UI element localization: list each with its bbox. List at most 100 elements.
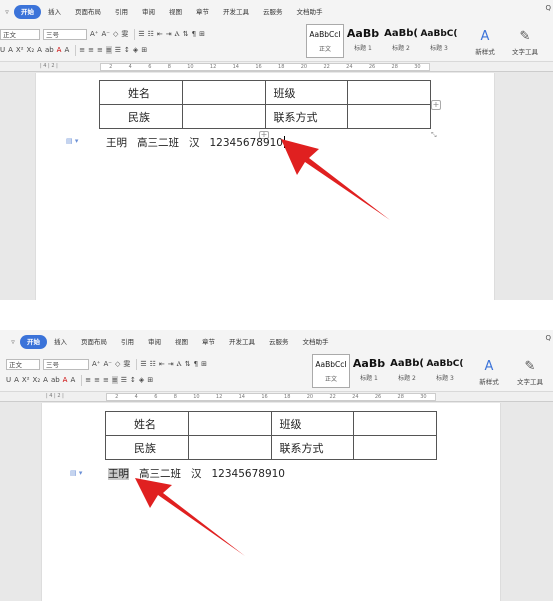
horizontal-ruler[interactable]: | 4 | 2 | 2 4 6 8 10 12 14 16 18 20 22 24 26 28 30 (0, 392, 553, 402)
text-tool-button[interactable]: ✎ 文字工具 (513, 358, 547, 386)
phonetic-icon[interactable]: 雯 (123, 359, 130, 369)
border-icon[interactable]: ⊞ (141, 46, 147, 54)
document-page[interactable]: 姓名 班级 民族 联系方式 + + ⤡ ▤ ▾ 王明 高三二班汉 123456789… (35, 73, 495, 300)
align-left-icon[interactable]: ≡ (79, 46, 85, 54)
table-cell[interactable] (353, 435, 437, 460)
student-info-line[interactable]: 王明 高三二班汉 12345678910 (108, 466, 285, 481)
style-normal[interactable]: AaBbCcI 正文 (306, 24, 344, 58)
table-cell[interactable] (347, 80, 431, 105)
subscript-icon[interactable]: X₂ (33, 376, 41, 384)
search-icon[interactable]: Q (545, 334, 551, 342)
info-table[interactable]: 姓名 班级 民族 联系方式 (105, 411, 437, 460)
tab-review[interactable]: 审阅 (135, 5, 162, 19)
bullet-list-icon[interactable]: ☰ (138, 30, 144, 38)
add-column-icon[interactable]: + (431, 100, 441, 110)
highlight-icon[interactable]: ab (45, 46, 54, 54)
tab-page-layout[interactable]: 页面布局 (74, 335, 114, 349)
grow-font-icon[interactable]: A⁺ (90, 30, 98, 38)
align-center-icon[interactable]: ≡ (88, 46, 94, 54)
outdent-icon[interactable]: ⇤ (157, 30, 163, 38)
font-color-a-icon[interactable]: A (14, 376, 19, 384)
subscript-icon[interactable]: X₂ (27, 46, 35, 54)
style-heading-2[interactable]: AaBb(标题 2 (388, 354, 426, 388)
highlight-icon[interactable]: ab (51, 376, 60, 384)
tab-view[interactable]: 视图 (162, 5, 189, 19)
new-style-button[interactable]: A 新样式 (468, 28, 502, 56)
table-cell[interactable]: 民族 (105, 435, 189, 460)
tab-cloud[interactable]: 云服务 (256, 5, 290, 19)
table-cell[interactable]: 姓名 (99, 80, 183, 105)
distribute-icon[interactable]: ☰ (121, 376, 127, 384)
align-center-icon[interactable]: ≡ (94, 376, 100, 384)
distribute-icon[interactable]: ☰ (115, 46, 121, 54)
bullet-list-icon[interactable]: ☰ (140, 360, 146, 368)
table-cell[interactable]: 姓名 (105, 411, 189, 436)
font-size-select[interactable]: 三号 (43, 28, 87, 40)
font-color-a-icon[interactable]: A (8, 46, 13, 54)
font-size-select[interactable]: 三号 (43, 358, 89, 370)
quick-access-chevron-icon[interactable]: ▿ (6, 338, 20, 346)
text-effect-icon[interactable]: A (37, 46, 42, 54)
table-icon[interactable]: ⊞ (199, 30, 205, 38)
sort-icon[interactable]: ⇅ (185, 360, 191, 368)
tab-references[interactable]: 引用 (108, 5, 135, 19)
align-left-icon[interactable]: ≡ (85, 376, 91, 384)
tab-insert[interactable]: 插入 (47, 335, 74, 349)
char-border-icon[interactable]: A (64, 46, 69, 54)
table-cell[interactable] (187, 411, 272, 436)
justify-icon[interactable]: ≡ (105, 46, 112, 54)
border-icon[interactable]: ⊞ (147, 376, 153, 384)
tab-chapter[interactable]: 章节 (195, 335, 222, 349)
clear-format-icon[interactable]: ◇ (113, 30, 118, 38)
outdent-icon[interactable]: ⇤ (159, 360, 165, 368)
tab-references[interactable]: 引用 (114, 335, 141, 349)
table-cell[interactable]: 联系方式 (270, 435, 355, 460)
justify-icon[interactable]: ≡ (111, 376, 118, 384)
tab-developer[interactable]: 开发工具 (216, 5, 256, 19)
table-cell[interactable]: 民族 (99, 104, 183, 129)
underline-icon[interactable]: U (6, 376, 11, 384)
tab-home[interactable]: 开始 (14, 5, 41, 19)
font-color-icon[interactable]: A (57, 46, 62, 54)
tab-doc-assistant[interactable]: 文档助手 (296, 335, 336, 349)
superscript-icon[interactable]: X² (16, 46, 24, 54)
table-cell[interactable] (347, 104, 431, 129)
font-name-select[interactable]: 正文 (6, 358, 40, 370)
align-right-icon[interactable]: ≡ (103, 376, 109, 384)
table-cell[interactable]: 班级 (270, 411, 355, 436)
shading-icon[interactable]: ◈ (139, 376, 144, 384)
tab-developer[interactable]: 开发工具 (222, 335, 262, 349)
tab-insert[interactable]: 插入 (41, 5, 68, 19)
table-cell[interactable] (187, 435, 272, 460)
style-heading-1[interactable]: AaBb 标题 1 (344, 24, 382, 58)
table-cell[interactable] (181, 80, 266, 105)
style-heading-1[interactable]: AaBb 标题 1 (350, 354, 388, 388)
table-cell[interactable] (353, 411, 437, 436)
tab-doc-assistant[interactable]: 文档助手 (290, 5, 330, 19)
new-style-button[interactable]: A 新样式 (472, 358, 506, 386)
show-marks-icon[interactable]: ¶ (192, 30, 196, 38)
horizontal-ruler[interactable]: | 4 | 2 | 2 4 6 8 10 12 14 16 18 20 22 24 26 28 30 (0, 62, 553, 72)
grow-font-icon[interactable]: A⁺ (92, 360, 100, 368)
search-icon[interactable]: Q (545, 4, 551, 12)
underline-icon[interactable]: U (0, 46, 5, 54)
number-list-icon[interactable]: ☷ (150, 360, 156, 368)
text-direction-icon[interactable]: Ⲁ (177, 360, 182, 369)
text-tool-button[interactable]: ✎ 文字工具 (508, 28, 542, 56)
align-right-icon[interactable]: ≡ (97, 46, 103, 54)
quick-access-chevron-icon[interactable]: ▿ (0, 8, 14, 16)
shrink-font-icon[interactable]: A⁻ (103, 360, 111, 368)
style-heading-3[interactable]: AaBbC(标题 3 (420, 24, 458, 58)
show-marks-icon[interactable]: ¶ (194, 360, 198, 368)
shading-icon[interactable]: ◈ (133, 46, 138, 54)
student-info-line[interactable]: 王明 高三二班汉 12345678910 (106, 135, 285, 150)
clear-format-icon[interactable]: ◇ (115, 360, 120, 368)
indent-icon[interactable]: ⇥ (166, 30, 172, 38)
char-border-icon[interactable]: A (70, 376, 75, 384)
phonetic-icon[interactable]: 雯 (121, 29, 128, 39)
text-effect-icon[interactable]: A (43, 376, 48, 384)
tab-cloud[interactable]: 云服务 (262, 335, 296, 349)
table-cell[interactable] (181, 104, 266, 129)
line-spacing-icon[interactable]: ↕ (130, 376, 136, 384)
tab-review[interactable]: 审阅 (141, 335, 168, 349)
